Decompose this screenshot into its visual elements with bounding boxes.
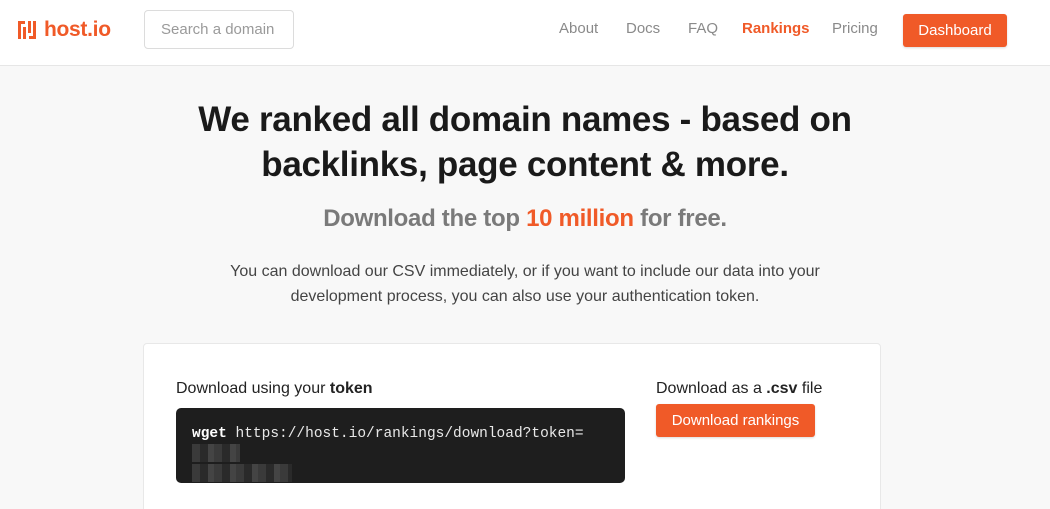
redacted-token-part-2 xyxy=(192,464,292,483)
download-rankings-button[interactable]: Download rankings xyxy=(656,404,815,437)
csv-download-label: Download as a .csv file xyxy=(656,380,822,398)
nav-pricing[interactable]: Pricing xyxy=(832,20,878,37)
top-navigation-bar: host.io About Docs FAQ Rankings Pricing … xyxy=(0,0,1050,66)
command-keyword: wget xyxy=(192,426,227,442)
dashboard-button[interactable]: Dashboard xyxy=(903,14,1007,47)
nav-faq[interactable]: FAQ xyxy=(688,20,718,37)
nav-rankings[interactable]: Rankings xyxy=(742,20,810,37)
page-title: We ranked all domain names - based on ba… xyxy=(198,100,852,184)
subheading-suffix: for free. xyxy=(633,205,727,232)
wget-command-block[interactable]: wget https://host.io/rankings/download?t… xyxy=(176,408,625,483)
hero-description: You can download our CSV immediately, or… xyxy=(230,263,820,305)
redacted-token-part-1 xyxy=(192,444,240,463)
csv-label-bold: .csv xyxy=(766,380,798,397)
subheading-prefix: Download the top xyxy=(323,205,527,232)
domain-search-input[interactable] xyxy=(144,10,294,49)
hero-section: We ranked all domain names - based on ba… xyxy=(0,97,1050,309)
logo-icon xyxy=(18,21,36,39)
nav-about[interactable]: About xyxy=(559,20,598,37)
logo-text: host.io xyxy=(44,18,111,41)
csv-label-prefix: Download as a xyxy=(656,380,767,397)
token-download-label: Download using your token xyxy=(176,380,373,398)
subheading: Download the top 10 million for free. xyxy=(0,205,1050,233)
subheading-highlight: 10 million xyxy=(526,205,634,232)
nav-docs[interactable]: Docs xyxy=(626,20,660,37)
command-url: https://host.io/rankings/download?token= xyxy=(235,426,584,442)
token-label-prefix: Download using your xyxy=(176,380,330,397)
token-label-bold: token xyxy=(329,380,373,397)
download-card: Download using your token wget https://h… xyxy=(143,343,881,509)
logo-link[interactable]: host.io xyxy=(16,18,111,42)
csv-label-suffix: file xyxy=(797,380,823,397)
